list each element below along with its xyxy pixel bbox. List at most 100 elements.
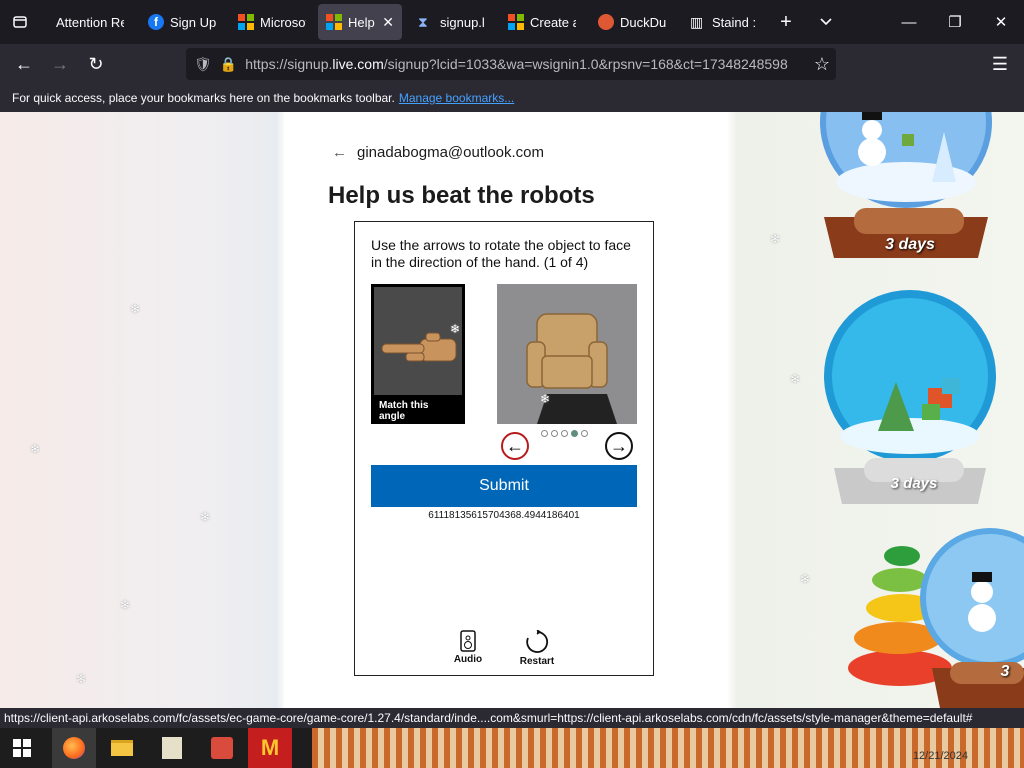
snowflake-icon: ❄ xyxy=(76,672,87,686)
tab-create[interactable]: Create a xyxy=(500,4,584,40)
url-text: https://signup.live.com/signup?lcid=1033… xyxy=(245,56,788,72)
hamburger-icon: ☰ xyxy=(991,53,1009,74)
facebook-icon: f xyxy=(148,14,164,30)
snowflake-icon: ❄ xyxy=(790,372,801,386)
library-icon: ▥ xyxy=(690,14,704,30)
progress-dot xyxy=(551,430,558,437)
snow-globe-decoration-1: 3 days xyxy=(814,112,1004,292)
tab-label: Attention Re xyxy=(56,14,124,30)
tabs-overview-icon xyxy=(13,16,27,28)
account-email: ginadabogma@outlook.com xyxy=(357,144,545,161)
arrow-left-icon: ← xyxy=(15,53,33,74)
submit-button[interactable]: Submit xyxy=(371,465,637,507)
progress-dot-current xyxy=(571,430,578,437)
microsoft-logo xyxy=(328,112,448,120)
restart-button[interactable]: Restart xyxy=(512,630,562,667)
folder-icon xyxy=(111,740,133,756)
bookmarks-toolbar: For quick access, place your bookmarks h… xyxy=(0,84,1024,112)
minimize-icon: — xyxy=(901,13,917,31)
rotate-right-button[interactable]: → xyxy=(605,432,633,460)
progress-dot xyxy=(561,430,568,437)
tab-label: Sign Up xyxy=(170,14,216,30)
captcha-instructions: Use the arrows to rotate the object to f… xyxy=(371,237,631,270)
rotatable-object-image xyxy=(497,284,637,424)
tab-label: Staind : xyxy=(712,14,757,30)
tab-list-button[interactable] xyxy=(810,0,842,44)
snowflake-icon: ❄ xyxy=(770,232,781,246)
tab-signup[interactable]: ⧗ signup.l xyxy=(410,4,494,40)
taskbar-firefox[interactable] xyxy=(52,728,96,768)
reload-icon: ↻ xyxy=(88,53,104,74)
start-button[interactable] xyxy=(0,728,44,768)
reference-hand-image: Match this angle xyxy=(371,284,465,424)
app-icon xyxy=(211,737,233,759)
tab-label: Help xyxy=(348,14,375,30)
globe-days-label: 3 xyxy=(1000,663,1010,680)
rotate-left-button[interactable]: ← xyxy=(501,432,529,460)
tab-microsoft[interactable]: Microsof xyxy=(230,4,314,40)
captcha-frame: Use the arrows to rotate the object to f… xyxy=(354,221,654,676)
menu-button[interactable]: ☰ xyxy=(984,48,1016,80)
signup-card: ← ginadabogma@outlook.com Help us beat t… xyxy=(284,112,724,708)
tab-attention[interactable]: Attention Re xyxy=(48,4,132,40)
tab-duckduckgo[interactable]: DuckDu xyxy=(590,4,674,40)
duckduckgo-icon xyxy=(598,14,614,30)
hourglass-icon: ⧗ xyxy=(418,14,428,30)
forward-button[interactable]: → xyxy=(44,48,76,80)
navigation-toolbar: ← → ↻ 🛡 🔒 https://signup.live.com/signup… xyxy=(0,44,1024,84)
back-button[interactable]: ← xyxy=(8,48,40,80)
taskbar-clock: 12/21/2024 xyxy=(912,750,968,762)
tab-bar: Attention Re f Sign Up Microsof Help ✕ ⧗… xyxy=(0,0,1024,44)
globe-days-label: 3 days xyxy=(890,475,938,492)
page-title: Help us beat the robots xyxy=(328,182,595,209)
tab-help-active[interactable]: Help ✕ xyxy=(318,4,402,40)
taskbar-mcdonalds[interactable]: M xyxy=(248,728,292,768)
minimize-button[interactable]: — xyxy=(886,0,932,44)
tab-label: signup.l xyxy=(440,14,485,30)
address-bar[interactable]: 🛡 🔒 https://signup.live.com/signup?lcid=… xyxy=(186,48,836,80)
speaker-icon xyxy=(460,630,476,652)
shield-icon[interactable]: 🛡 xyxy=(194,56,212,73)
email-back-row[interactable]: ← ginadabogma@outlook.com xyxy=(332,144,544,161)
taskbar-file-explorer[interactable] xyxy=(100,728,144,768)
session-token: 61118135615704368.4944186401 xyxy=(428,510,580,521)
reload-button[interactable]: ↻ xyxy=(80,48,112,80)
bookmark-star-button[interactable]: ☆ xyxy=(806,48,838,80)
match-angle-label: Match this angle xyxy=(379,400,429,422)
windows-logo-icon xyxy=(13,739,31,757)
snowflake-icon: ❄ xyxy=(200,510,211,524)
windows-taskbar: M 12/21/2024 xyxy=(0,728,1024,768)
app-icon xyxy=(162,737,182,759)
firefox-icon xyxy=(63,737,85,759)
snow-globe-decoration-2: 3 days xyxy=(818,286,1008,516)
restore-icon: ❐ xyxy=(948,14,962,31)
manage-bookmarks-link[interactable]: Manage bookmarks... xyxy=(399,91,514,105)
tab-label: DuckDu xyxy=(620,14,666,30)
snowflake-icon: ❄ xyxy=(800,572,811,586)
list-all-tabs-button[interactable] xyxy=(0,0,40,44)
plus-icon: + xyxy=(780,10,792,33)
audio-button[interactable]: Audio xyxy=(443,630,493,665)
taskbar-app-1[interactable] xyxy=(150,728,194,768)
tab-sign-up[interactable]: f Sign Up xyxy=(140,4,224,40)
taskbar-app-2[interactable] xyxy=(200,728,244,768)
progress-dot xyxy=(541,430,548,437)
star-icon: ☆ xyxy=(813,53,831,74)
restart-icon xyxy=(526,630,549,653)
pointing-hand-icon xyxy=(374,287,462,395)
close-tab-icon[interactable]: ✕ xyxy=(382,14,394,31)
arrow-right-icon: → xyxy=(51,53,69,74)
snow-globe-decoration-3: 3 xyxy=(840,508,1024,708)
lock-icon[interactable]: 🔒 xyxy=(220,56,237,73)
close-window-button[interactable]: ✕ xyxy=(978,0,1024,44)
link-status-bar: https://client-api.arkoselabs.com/fc/ass… xyxy=(0,708,1024,728)
new-tab-button[interactable]: + xyxy=(770,0,802,44)
taskbar-decoration-strip xyxy=(312,728,1024,768)
progress-dots xyxy=(541,430,588,437)
globe-days-label: 3 days xyxy=(885,236,935,253)
restore-button[interactable]: ❐ xyxy=(932,0,978,44)
tab-staind[interactable]: ▥ Staind : xyxy=(682,4,766,40)
bookmarks-hint: For quick access, place your bookmarks h… xyxy=(12,91,395,105)
arrow-left-icon[interactable]: ← xyxy=(332,144,347,161)
chevron-down-icon xyxy=(820,18,832,26)
